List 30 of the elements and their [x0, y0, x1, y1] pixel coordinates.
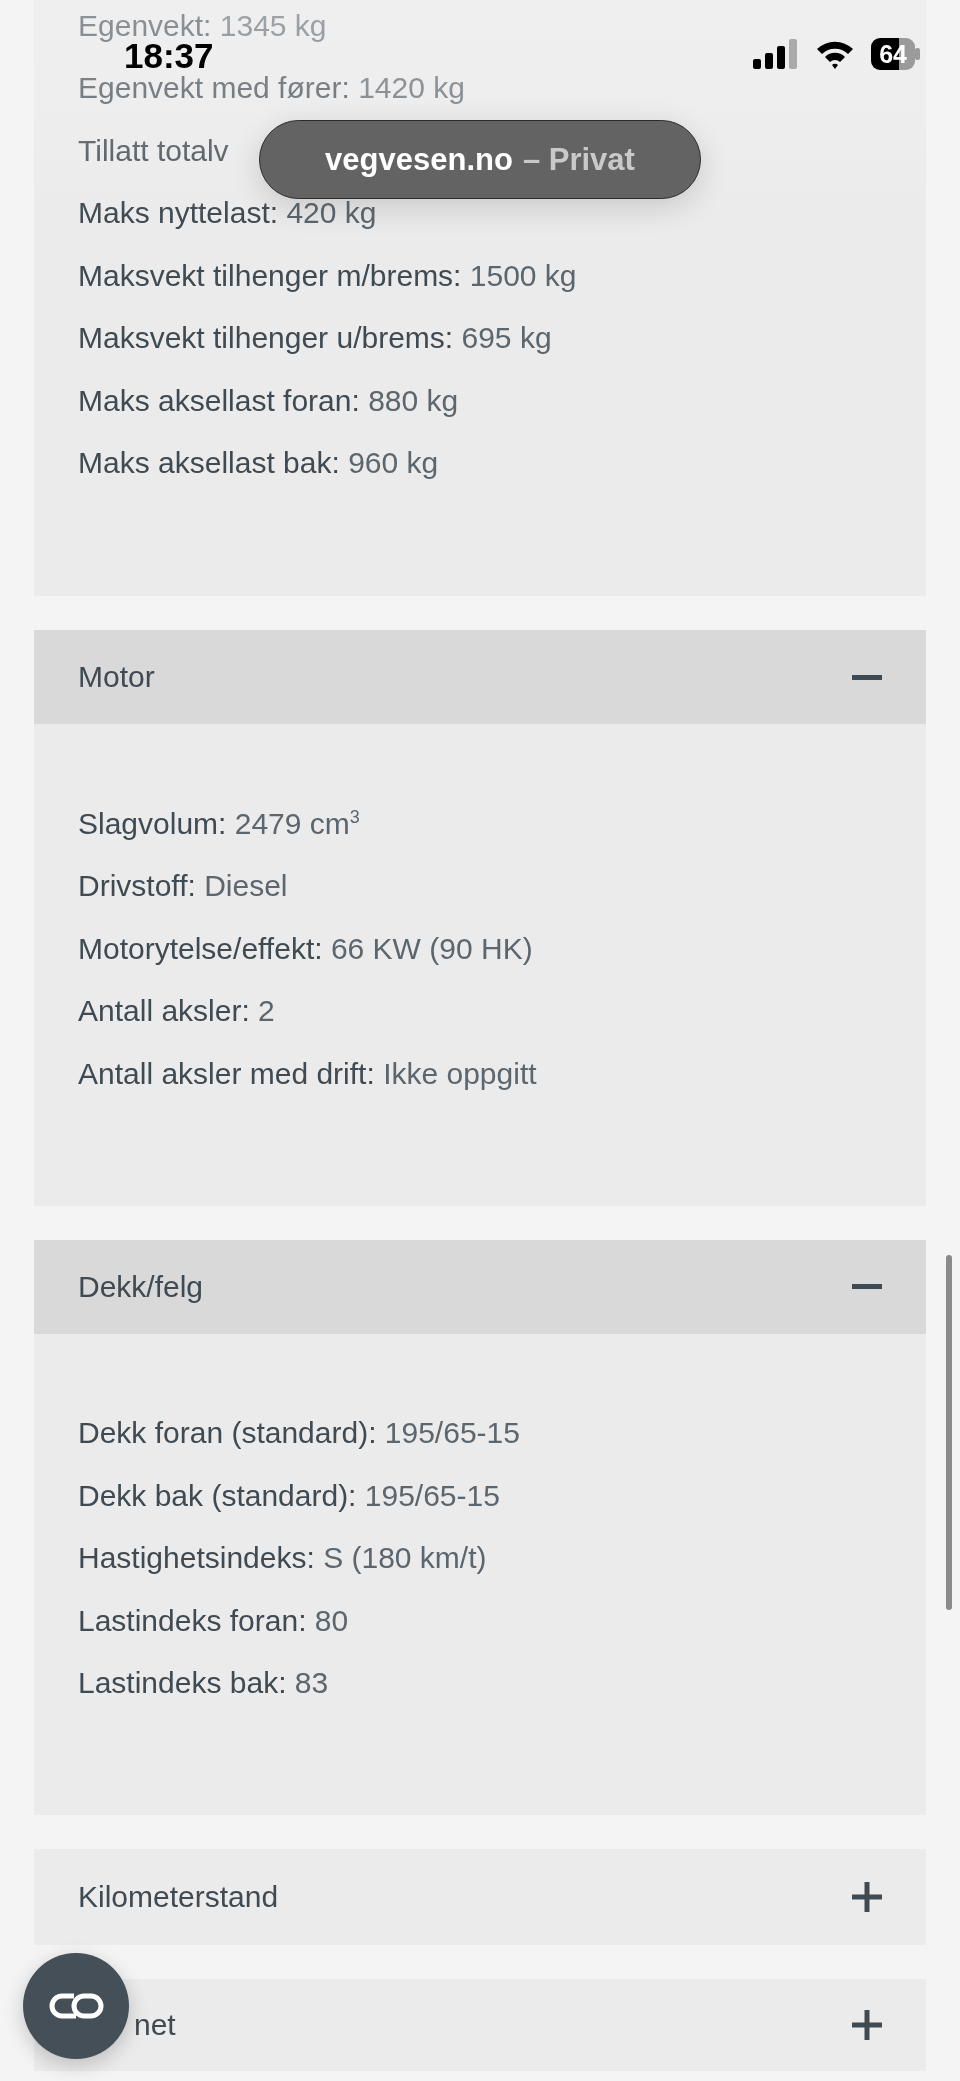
spec-line: Tillatt totalv [78, 134, 229, 166]
signal-icon [753, 39, 800, 69]
plus-icon [852, 1882, 882, 1912]
spec-line: Motorytelse/effekt: 66 KW (90 HK) [78, 932, 533, 964]
spec-line: Lastindeks foran: 80 [78, 1604, 349, 1636]
spec-line: Egenvekt: 1345 kg [78, 9, 327, 41]
spec-line: Maks aksellast bak: 960 kg [78, 447, 439, 479]
spec-line: Egenvekt med fører: 1420 kg [78, 72, 465, 104]
chat-button[interactable] [23, 1953, 129, 2059]
minus-icon [852, 1284, 882, 1289]
spec-line: Maksvekt tilhenger m/brems: 1500 kg [78, 259, 577, 291]
spec-line: Antall aksler med drift: Ikke oppgitt [78, 1057, 537, 1089]
spec-line: Maks nyttelast: 420 kg [78, 197, 377, 229]
section-header[interactable]: Motor [34, 630, 926, 724]
spec-line: Dekk foran (standard): 195/65-15 [78, 1417, 520, 1449]
spec-line: Hastighetsindeks: S (180 km/t) [78, 1542, 487, 1574]
spec-line: Antall aksler: 2 [78, 995, 275, 1027]
status-time: 18:37 [124, 38, 214, 73]
spec-line: Drivstoff: Diesel [78, 870, 288, 902]
spec-line: Lastindeks bak: 83 [78, 1667, 329, 1699]
spec-line: Maks aksellast foran: 880 kg [78, 384, 459, 416]
plus-icon [852, 2010, 882, 2040]
spec-line: Maksvekt tilhenger u/brems: 695 kg [78, 322, 552, 354]
spec-line: Dekk bak (standard): 195/65-15 [78, 1479, 500, 1511]
site-banner: vegvesen.no – Privat [259, 120, 701, 199]
minus-icon [852, 674, 882, 680]
spec-line: Slagvolum: 2479 cm$^{3}$ [78, 807, 360, 839]
section-header[interactable]: Dekk/felg [34, 1239, 926, 1334]
wifi-icon [815, 39, 856, 69]
chat-icon [48, 1992, 104, 2020]
